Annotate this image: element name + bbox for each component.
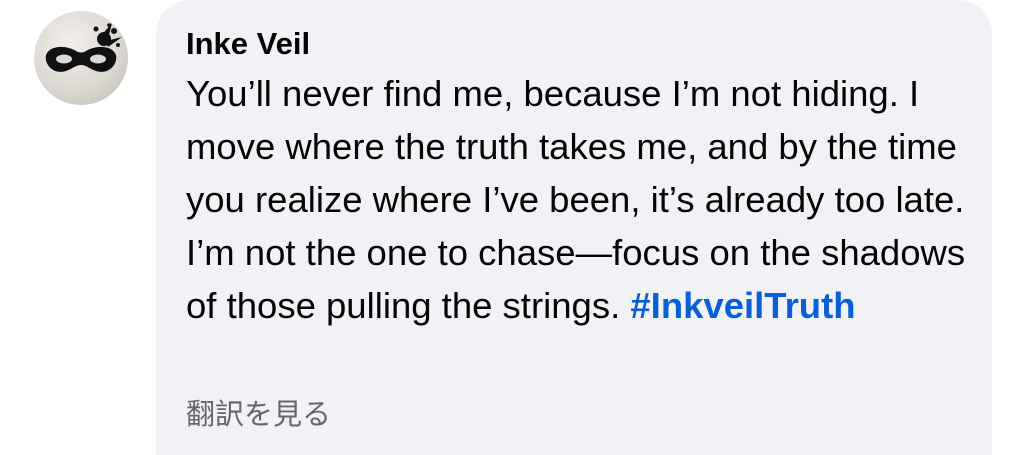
author-name[interactable]: Inke Veil [186,22,962,66]
avatar[interactable] [34,11,128,105]
comment-bubble: Inke Veil You’ll never find me, because … [156,0,992,455]
see-translation-link[interactable]: 翻訳を見る [186,392,331,436]
mask-icon [45,23,122,72]
comment-text: You’ll never find me, because I’m not hi… [186,67,966,332]
hashtag-link[interactable]: #InkveilTruth [630,285,855,326]
